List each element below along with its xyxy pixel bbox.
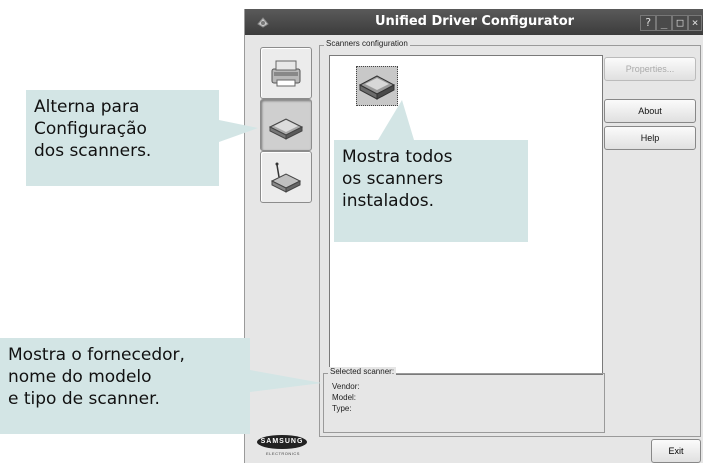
list-callout-line2: os scanners bbox=[342, 169, 444, 189]
switch-callout-line2: Configuração bbox=[34, 119, 147, 139]
switch-callout-line1: Alterna para bbox=[34, 97, 140, 117]
list-callout-pointer bbox=[378, 100, 414, 140]
info-callout-line1: Mostra o fornecedor, bbox=[8, 345, 185, 365]
info-callout-line2: nome do modelo bbox=[8, 367, 152, 387]
list-callout: Mostra todos os scanners instalados. bbox=[334, 140, 528, 242]
switch-callout-pointer bbox=[219, 120, 258, 142]
info-callout-line3: e tipo de scanner. bbox=[8, 389, 160, 409]
list-callout-line1: Mostra todos bbox=[342, 147, 453, 167]
switch-callout: Alterna para Configuração dos scanners. bbox=[26, 90, 219, 186]
list-callout-line3: instalados. bbox=[342, 191, 435, 211]
info-callout: Mostra o fornecedor, nome do modelo e ti… bbox=[0, 338, 250, 434]
switch-callout-line3: dos scanners. bbox=[34, 141, 152, 161]
info-callout-pointer bbox=[250, 370, 322, 392]
